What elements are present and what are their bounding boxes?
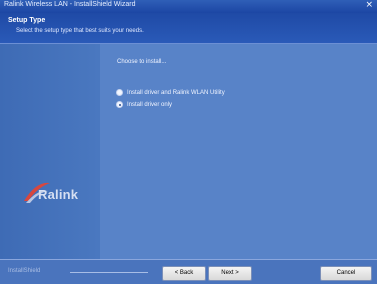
option-label: Install driver and Ralink WLAN Utility <box>127 89 225 96</box>
back-button[interactable]: < Back <box>162 266 206 281</box>
wizard-footer: InstallShield < Back Next > Cancel <box>0 259 377 284</box>
radio-button[interactable] <box>116 89 123 96</box>
ralink-logo: Ralink <box>22 179 92 209</box>
option-driver-only[interactable]: Install driver only <box>116 101 172 108</box>
wizard-header: Setup Type Select the setup type that be… <box>0 13 377 44</box>
setup-options-panel: Choose to install... Install driver and … <box>100 44 377 259</box>
radio-button-selected[interactable] <box>116 101 123 108</box>
installer-window: Ralink Wireless LAN - InstallShield Wiza… <box>0 0 377 284</box>
cancel-button[interactable]: Cancel <box>320 266 372 281</box>
footer-divider <box>70 272 148 273</box>
installshield-label: InstallShield <box>8 268 41 274</box>
close-icon[interactable]: × <box>365 0 373 10</box>
option-driver-and-utility[interactable]: Install driver and Ralink WLAN Utility <box>116 89 225 96</box>
next-button[interactable]: Next > <box>208 266 252 281</box>
left-banner: Ralink <box>0 44 100 259</box>
option-label: Install driver only <box>127 101 173 108</box>
install-prompt: Choose to install... <box>117 59 167 65</box>
title-bar: Ralink Wireless LAN - InstallShield Wiza… <box>0 0 377 13</box>
window-title: Ralink Wireless LAN - InstallShield Wiza… <box>4 1 136 8</box>
page-title: Setup Type <box>8 17 46 24</box>
ralink-logo-text: Ralink <box>38 187 79 202</box>
page-subtitle: Select the setup type that best suits yo… <box>16 28 144 34</box>
